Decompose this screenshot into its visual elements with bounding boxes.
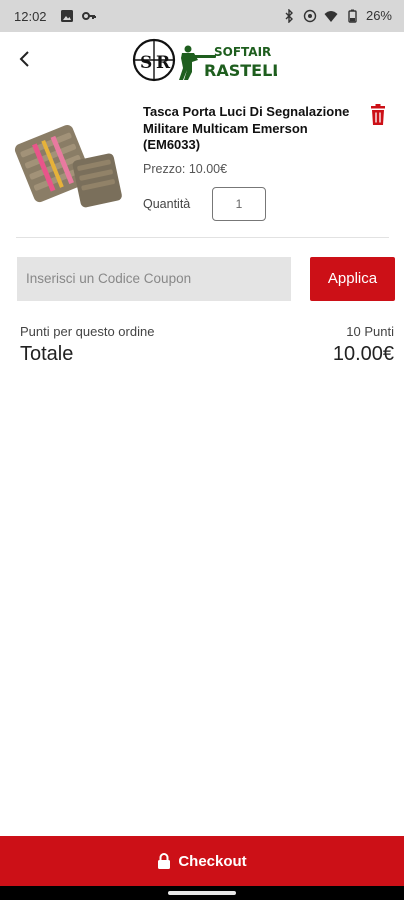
logo-line1: SOFTAIR [214, 45, 271, 59]
total-label: Totale [20, 343, 74, 365]
battery-percent: 26% [365, 8, 392, 23]
chevron-left-icon[interactable] [12, 46, 38, 72]
checkout-label: Checkout [178, 852, 247, 870]
quantity-input[interactable]: 1 [212, 187, 266, 221]
wifi-icon [324, 10, 338, 22]
status-bar: 12:02 26% [0, 0, 404, 32]
app-header: S R SOFTAIR RASTELLI [0, 32, 404, 88]
coupon-input[interactable]: Inserisci un Codice Coupon [17, 257, 291, 301]
logo-monogram-left: S [140, 53, 152, 73]
trash-icon[interactable] [368, 104, 388, 126]
logo-monogram-right: R [156, 53, 171, 73]
cart-item: Tasca Porta Luci Di Segnalazione Militar… [0, 96, 404, 236]
image-icon [61, 10, 73, 22]
logo-line2: RASTELLI [204, 61, 277, 80]
points-value: 10 Punti [346, 324, 394, 339]
total-value: 10.00€ [332, 343, 394, 365]
battery-icon [348, 9, 357, 23]
lock-icon [158, 853, 171, 869]
checkout-button[interactable]: Checkout [0, 836, 404, 886]
points-label: Punti per questo ordine [20, 324, 155, 339]
key-icon [82, 12, 96, 20]
divider [16, 237, 389, 238]
app-logo: S R SOFTAIR RASTELLI [132, 38, 277, 82]
product-image [14, 124, 122, 208]
eye-icon [303, 9, 317, 22]
product-price: Prezzo: 10.00€ [143, 162, 228, 176]
apply-coupon-button[interactable]: Applica [310, 257, 395, 301]
system-nav-bar [0, 886, 404, 900]
bluetooth-icon [285, 8, 293, 23]
quantity-label: Quantità [143, 197, 191, 211]
home-handle[interactable] [168, 891, 236, 895]
status-time: 12:02 [14, 9, 47, 24]
product-name[interactable]: Tasca Porta Luci Di Segnalazione Militar… [143, 104, 361, 154]
